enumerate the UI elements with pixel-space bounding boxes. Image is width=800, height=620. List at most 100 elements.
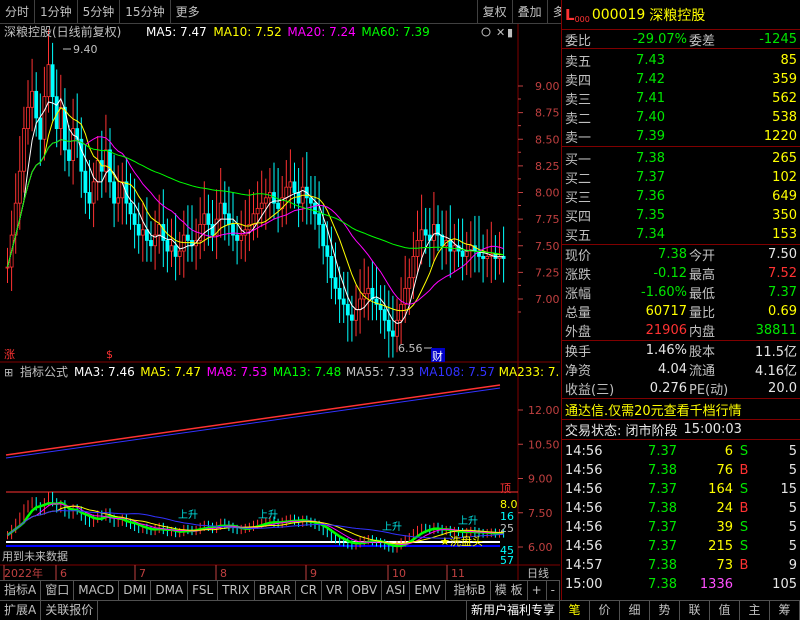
tick-row[interactable]: 15:00 7.38 1336 105 [562,575,800,594]
toolbar-button-1[interactable]: 叠加 [511,0,547,24]
fin-value: 1.46% [645,343,687,358]
bid-row-1: 买二 7.37 102 [562,168,800,187]
tick-row[interactable]: 14:56 7.37 164 S 15 [562,480,800,499]
sub-right-mark-3: 25 [500,522,514,535]
candle-body [132,213,137,225]
tick-time: 14:56 [565,501,603,516]
status-promo[interactable]: 新用户福利专享 [467,601,560,620]
tick-price: 7.38 [648,463,677,478]
indicator-tab-11[interactable]: ASI [382,581,411,600]
stat-label: 量比 [689,306,716,321]
fin-row-2: 收益(三) 0.276 PE(动) 20.0 [562,379,800,398]
tick-row[interactable]: 14:56 7.37 215 S 5 [562,537,800,556]
indicator-tab-1[interactable]: 窗口 [41,581,75,600]
status-tab-4[interactable]: 联 [680,601,710,620]
ad-row[interactable]: 通达信.仅需20元查看千档行情 [562,399,800,420]
tick-row[interactable]: 14:56 7.38 24 B 5 [562,499,800,518]
tick-time: 14:56 [565,482,603,497]
cai-label: 财 [432,349,443,363]
tick-row[interactable]: 14:56 7.37 39 S 5 [562,518,800,537]
indicator-tab-16[interactable]: - [547,581,560,600]
tick-volume: 1336 [699,577,733,592]
sub-chart-title: 指标公式 [20,364,68,379]
indicator-tab-10[interactable]: OBV [348,581,383,600]
chart-bg [0,24,560,580]
candle-body [38,117,43,140]
ask-book: 卖五 7.43 85 卖四 7.42 359 卖三 7.41 562 卖二 7.40 538 卖一 7.3… [562,49,800,147]
tick-row[interactable]: 14:57 7.38 73 B 9 [562,556,800,575]
toolbar-button-0[interactable]: 复权 [476,0,512,24]
tick-side: B [739,558,749,573]
candle-body [325,245,330,257]
indicator-tab-9[interactable]: VR [322,581,348,600]
indicator-tab-12[interactable]: EMV [410,581,446,600]
sub-ma-labels: MA3: 7.46 MA5: 7.47 MA8: 7.53 MA13: 7.48 MA5… [74,365,575,379]
tick-row[interactable]: 14:56 7.38 76 B 5 [562,461,800,480]
sub-expand-icon[interactable]: ⊞ [4,366,13,379]
candle-body [345,303,350,316]
stat-value: 60717 [645,304,687,319]
bid-label: 买二 [565,172,592,187]
indicator-tab-14[interactable]: 模 板 [491,581,528,600]
candle-body [464,250,469,257]
ad-text[interactable]: 通达信.仅需20元查看千档行情 [565,400,742,419]
main-ytick-label: 7.50 [535,240,560,253]
candle-body [202,213,207,225]
candle-body [366,287,371,295]
candle-body [411,255,416,279]
ask-label: 卖四 [565,74,592,89]
indicator-tab-0[interactable]: 指标A [0,581,42,600]
tick-time: 14:57 [565,558,603,573]
stat-row-2: 涨幅 -1.60% 最低 7.37 [562,283,800,302]
status-tab-3[interactable]: 势 [650,601,680,620]
candle-body [292,181,297,193]
status-tab-0[interactable]: 笔 [560,601,590,620]
status-related-quote[interactable]: 关联报价 [41,601,99,620]
wave-label-3: 上升 [458,515,478,527]
status-tab-7[interactable]: 筹 [770,601,800,620]
kline-chart-area[interactable]: 9.00 8.75 8.50 8.25 8.00 7.75 7.50 7.25 7.00 12.… [0,24,575,580]
candle-body [255,208,260,215]
period-tab-0[interactable]: 分时 [0,0,34,24]
indicator-tab-13[interactable]: 指标B [450,581,491,600]
kline-svg[interactable]: 9.00 8.75 8.50 8.25 8.00 7.75 7.50 7.25 7.00 12.… [0,24,575,580]
status-tab-1[interactable]: 价 [590,601,620,620]
candle-body [333,277,338,289]
sub-ma-label-3: MA13: 7.48 [273,365,341,379]
status-expand-a[interactable]: 扩展A [0,601,42,620]
bid-row-0: 买一 7.38 265 [562,149,800,168]
indicator-tab-15[interactable]: + [528,581,547,600]
indicator-tab-3[interactable]: DMI [119,581,152,600]
tick-row[interactable]: 14:56 7.37 6 S 5 [562,442,800,461]
main-ytick-label: 8.25 [535,160,560,173]
candle-body [116,197,121,204]
indicator-tab-8[interactable]: CR [296,581,322,600]
period-tab-1[interactable]: 1分钟 [34,0,77,24]
period-tab-2[interactable]: 5分钟 [76,0,120,24]
indicator-tab-6[interactable]: TRIX [218,581,255,600]
tick-list[interactable]: 14:56 7.37 6 S 5 14:56 7.38 76 B 5 14:56 7.37 164 S 15… [562,440,800,594]
close-icon[interactable]: ✕ [496,26,505,39]
indicator-tab-7[interactable]: BRAR [255,581,297,600]
status-tab-5[interactable]: 值 [710,601,740,620]
bid-price: 7.37 [636,170,665,185]
bid-label: 买一 [565,153,592,168]
candle-body [239,234,244,241]
ask-price: 7.42 [636,72,665,87]
indicator-tab-2[interactable]: MACD [74,581,120,600]
stat-label: 总量 [565,306,592,321]
weicha-value: -1245 [759,31,797,47]
main-ma-labels: MA5: 7.47 MA10: 7.52 MA20: 7.24 MA60: 7.39 [146,25,430,39]
period-tab-4[interactable]: 更多 [169,0,205,24]
ask-price: 7.43 [636,53,665,68]
indicator-tab-4[interactable]: DMA [151,581,189,600]
weibi-label: 委比 [565,33,592,49]
expand-icon[interactable]: ▮ [507,26,513,39]
candle-body [263,197,268,204]
status-tab-2[interactable]: 细 [620,601,650,620]
indicator-tab-5[interactable]: FSL [188,581,219,600]
status-tab-6[interactable]: 主 [740,601,770,620]
fin-value: 20.0 [768,381,797,396]
main-ytick-label: 8.50 [535,133,560,146]
period-tab-3[interactable]: 15分钟 [119,0,169,24]
